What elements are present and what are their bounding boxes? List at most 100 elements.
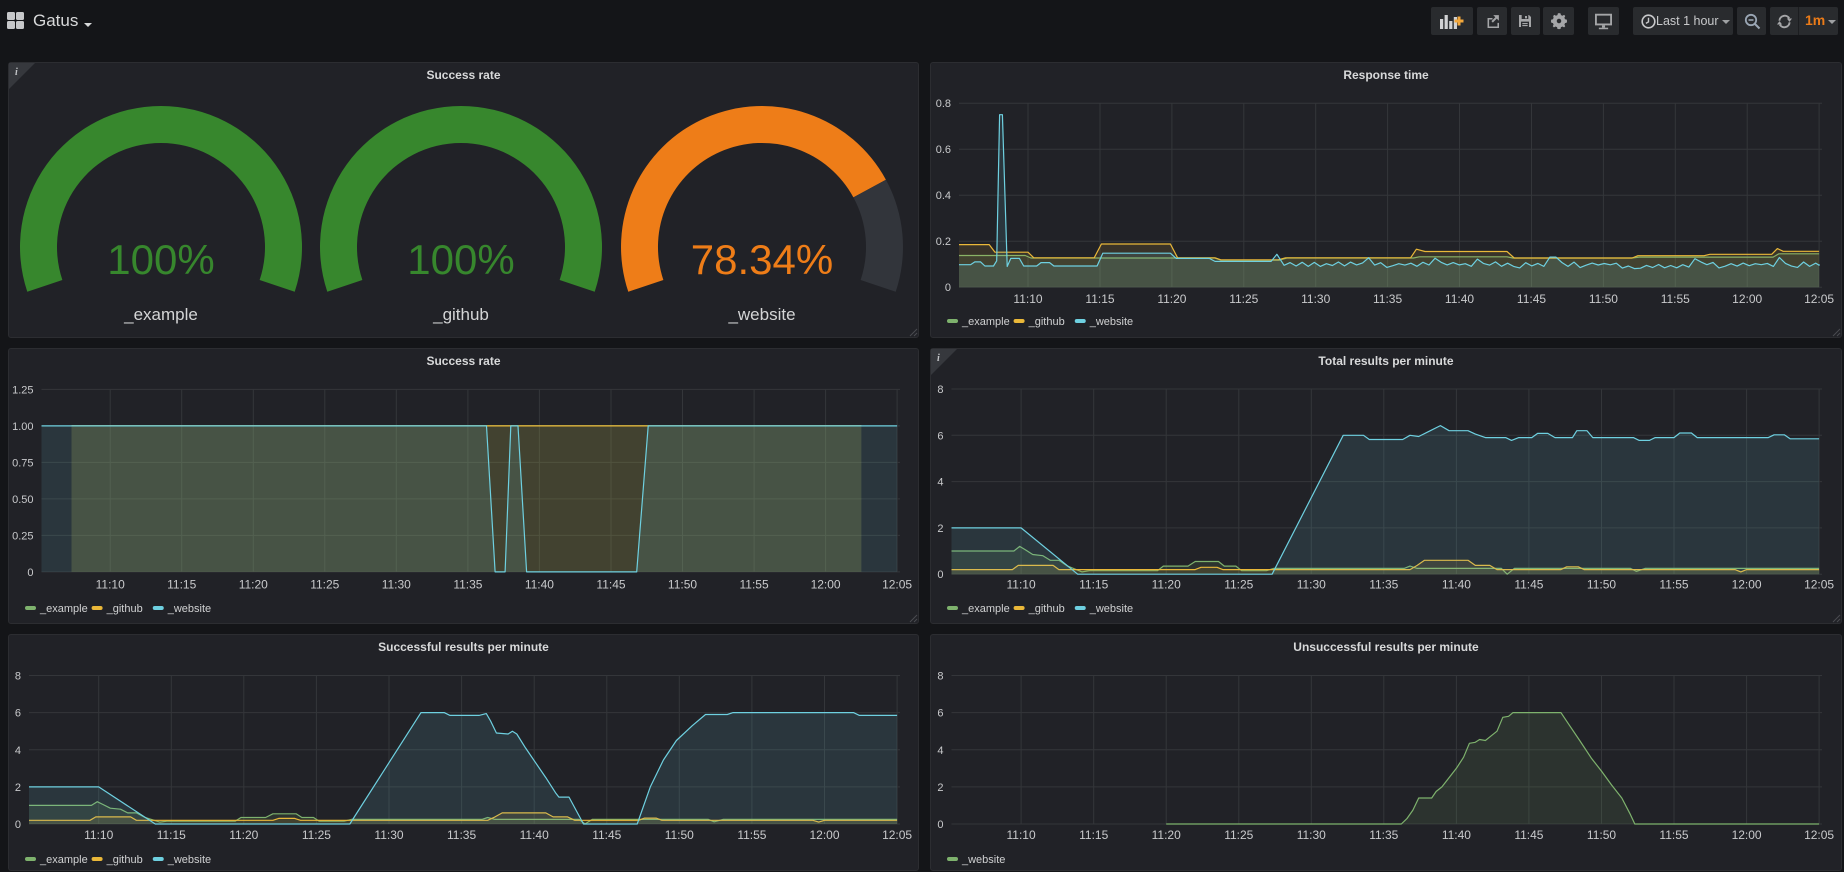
svg-text:_example: _example: [961, 316, 1010, 328]
svg-text:11:50: 11:50: [1587, 828, 1616, 842]
svg-text:11:35: 11:35: [1373, 292, 1402, 306]
svg-text:11:30: 11:30: [1297, 578, 1326, 592]
svg-text:_website: _website: [1089, 603, 1133, 615]
svg-text:78.34%: 78.34%: [691, 236, 833, 283]
svg-text:11:25: 11:25: [1224, 828, 1253, 842]
svg-text:0.6: 0.6: [936, 144, 951, 156]
svg-text:4: 4: [937, 477, 943, 489]
svg-text:11:40: 11:40: [1445, 292, 1474, 306]
svg-text:0: 0: [937, 819, 943, 831]
svg-text:_github: _github: [1028, 316, 1065, 328]
svg-text:_example: _example: [961, 603, 1010, 615]
svg-text:8: 8: [15, 671, 21, 683]
svg-text:12:05: 12:05: [1804, 292, 1834, 306]
svg-text:2: 2: [937, 523, 943, 535]
svg-text:_website: _website: [727, 305, 795, 324]
svg-text:0.2: 0.2: [936, 236, 951, 248]
svg-text:6: 6: [937, 430, 943, 442]
svg-text:6: 6: [937, 708, 943, 720]
svg-text:_example: _example: [39, 854, 88, 866]
svg-text:11:45: 11:45: [592, 828, 621, 842]
svg-text:11:20: 11:20: [1152, 828, 1181, 842]
svg-text:1.25: 1.25: [12, 384, 33, 396]
svg-text:11:10: 11:10: [1007, 578, 1036, 592]
svg-text:11:25: 11:25: [310, 578, 339, 592]
svg-text:12:00: 12:00: [809, 828, 839, 842]
svg-text:11:55: 11:55: [1659, 578, 1688, 592]
svg-text:11:25: 11:25: [302, 828, 331, 842]
svg-text:4: 4: [15, 745, 21, 757]
svg-text:0: 0: [27, 567, 33, 579]
svg-text:0.75: 0.75: [12, 457, 33, 469]
svg-text:12:00: 12:00: [1732, 828, 1762, 842]
svg-text:11:20: 11:20: [239, 578, 268, 592]
svg-text:11:20: 11:20: [1157, 292, 1186, 306]
svg-text:12:05: 12:05: [882, 578, 912, 592]
svg-text:12:05: 12:05: [882, 828, 912, 842]
svg-text:11:45: 11:45: [596, 578, 625, 592]
svg-text:0.50: 0.50: [12, 494, 33, 506]
svg-text:11:40: 11:40: [1442, 578, 1471, 592]
svg-text:11:55: 11:55: [1659, 828, 1688, 842]
svg-text:11:40: 11:40: [1442, 828, 1471, 842]
svg-text:2: 2: [937, 782, 943, 794]
svg-text:11:30: 11:30: [1297, 828, 1326, 842]
svg-text:11:10: 11:10: [84, 828, 113, 842]
svg-text:0.4: 0.4: [936, 190, 951, 202]
svg-text:11:50: 11:50: [1587, 578, 1616, 592]
svg-text:11:50: 11:50: [1589, 292, 1618, 306]
svg-text:11:55: 11:55: [1661, 292, 1690, 306]
svg-text:11:40: 11:40: [520, 828, 549, 842]
svg-text:11:45: 11:45: [1517, 292, 1546, 306]
svg-text:0: 0: [937, 569, 943, 581]
svg-text:0.25: 0.25: [12, 530, 33, 542]
svg-text:4: 4: [937, 745, 943, 757]
svg-text:12:00: 12:00: [1732, 292, 1762, 306]
svg-text:11:15: 11:15: [1085, 292, 1114, 306]
svg-text:11:40: 11:40: [525, 578, 554, 592]
svg-text:11:35: 11:35: [1369, 578, 1398, 592]
svg-text:_github: _github: [106, 603, 143, 615]
svg-text:11:15: 11:15: [1079, 828, 1108, 842]
svg-text:11:15: 11:15: [1079, 578, 1108, 592]
svg-text:11:15: 11:15: [167, 578, 196, 592]
svg-text:12:00: 12:00: [1732, 578, 1762, 592]
svg-text:_website: _website: [961, 854, 1005, 866]
svg-text:11:30: 11:30: [374, 828, 403, 842]
svg-text:11:35: 11:35: [453, 578, 482, 592]
svg-text:0.8: 0.8: [936, 98, 951, 110]
svg-text:_github: _github: [432, 305, 489, 324]
svg-text:11:15: 11:15: [157, 828, 186, 842]
svg-text:8: 8: [937, 384, 943, 396]
svg-text:1.00: 1.00: [12, 421, 33, 433]
svg-text:_example: _example: [39, 603, 88, 615]
svg-text:0: 0: [945, 282, 951, 294]
svg-text:i: i: [15, 67, 18, 78]
svg-text:11:35: 11:35: [447, 828, 476, 842]
svg-text:i: i: [937, 353, 940, 364]
svg-text:11:20: 11:20: [229, 828, 258, 842]
svg-text:11:45: 11:45: [1514, 578, 1543, 592]
svg-text:2: 2: [15, 782, 21, 794]
svg-text:12:00: 12:00: [811, 578, 841, 592]
svg-text:11:55: 11:55: [737, 828, 766, 842]
svg-text:11:25: 11:25: [1224, 578, 1253, 592]
svg-text:8: 8: [937, 671, 943, 683]
svg-text:_website: _website: [167, 854, 211, 866]
svg-text:11:30: 11:30: [382, 578, 411, 592]
svg-text:11:20: 11:20: [1152, 578, 1181, 592]
svg-text:_github: _github: [106, 854, 143, 866]
svg-text:11:45: 11:45: [1514, 828, 1543, 842]
svg-text:11:10: 11:10: [1013, 292, 1042, 306]
svg-text:_github: _github: [1028, 603, 1065, 615]
svg-text:11:10: 11:10: [96, 578, 125, 592]
svg-text:11:55: 11:55: [740, 578, 769, 592]
svg-text:_website: _website: [1089, 316, 1133, 328]
svg-text:11:25: 11:25: [1229, 292, 1258, 306]
svg-text:11:35: 11:35: [1369, 828, 1398, 842]
svg-text:11:50: 11:50: [665, 828, 694, 842]
svg-text:_example: _example: [123, 305, 198, 324]
svg-text:0: 0: [15, 819, 21, 831]
svg-text:_website: _website: [167, 603, 211, 615]
svg-text:12:05: 12:05: [1804, 578, 1834, 592]
